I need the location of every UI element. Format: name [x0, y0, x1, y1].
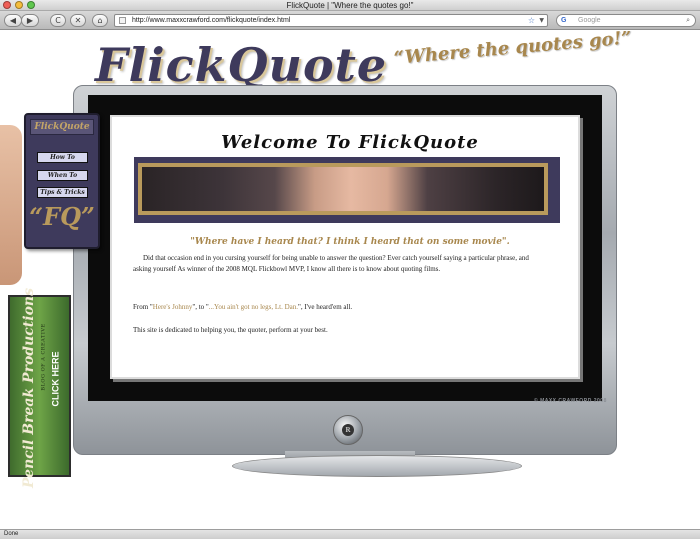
intro-paragraph-text: Did that occasion end in you cursing you…: [133, 254, 529, 273]
nav-item-when-to[interactable]: When To: [37, 170, 88, 181]
search-bar[interactable]: G Google ⌕: [556, 14, 696, 27]
home-button[interactable]: ⌂: [92, 14, 108, 27]
search-icon[interactable]: ⌕: [686, 15, 690, 26]
examples-paragraph: From "Here's Johnny", to "...You ain't g…: [133, 302, 533, 313]
examples-suffix: ", I've heard'em all.: [297, 303, 353, 311]
reload-button[interactable]: C: [50, 14, 66, 27]
featured-quote: "Where have I heard that? I think I hear…: [190, 237, 510, 247]
tv-power-logo-icon: R: [342, 424, 354, 436]
quote-link-lt-dan[interactable]: ...You ain't got no legs, Lt. Dan.: [209, 303, 298, 311]
promo-subtitle: BLOG OF A CREATIVE: [40, 323, 47, 391]
phone-nav-title[interactable]: FlickQuote: [30, 119, 94, 135]
tv-power-button: R: [333, 415, 363, 445]
site-tagline: “Where the quotes go!”: [393, 31, 633, 69]
promo-cta[interactable]: CLICK HERE: [51, 351, 62, 406]
promo-banner[interactable]: Pencil Break Productions BLOG OF A CREAT…: [8, 288, 71, 488]
dedication-paragraph: This site is dedicated to helping you, t…: [133, 326, 328, 334]
hand-image: [0, 125, 22, 285]
status-bar: Done: [0, 529, 700, 539]
page-title: Welcome To FlickQuote: [221, 132, 479, 153]
bookmark-star-icon[interactable]: ☆: [528, 15, 535, 26]
page-favicon-icon: [119, 17, 126, 24]
history-dropdown-icon[interactable]: ▼: [539, 15, 544, 26]
search-input[interactable]: Google: [578, 15, 601, 26]
address-bar-url[interactable]: http://www.maxxcrawford.com/flickquote/i…: [132, 15, 290, 26]
banner-frame: [138, 163, 548, 215]
nav-item-how-to[interactable]: How To: [37, 152, 88, 163]
fq-badge: “FQ”: [29, 202, 95, 231]
status-text: Done: [4, 531, 19, 537]
address-bar[interactable]: http://www.maxxcrawford.com/flickquote/i…: [114, 14, 548, 27]
examples-mid: ", to ": [192, 303, 209, 311]
phone-nav: FlickQuote How To When To Tips & Tricks …: [24, 113, 100, 249]
tv-base: [232, 455, 522, 477]
search-engine-icon[interactable]: G: [561, 16, 566, 26]
promo-brand: Pencil Break Productions: [21, 288, 37, 488]
examples-prefix: From ": [133, 303, 153, 311]
forward-button[interactable]: ▶: [21, 14, 39, 27]
banner-image: [142, 167, 544, 211]
browser-toolbar: ◀ ▶ C ✕ ⌂ http://www.maxxcrawford.com/fl…: [0, 11, 700, 30]
back-button[interactable]: ◀: [4, 14, 22, 27]
tv-credit: © MAXX CRAWFORD 2008: [534, 398, 607, 404]
page-viewport: FlickQuote “Where the quotes go!” © MAXX…: [0, 31, 700, 529]
stop-button[interactable]: ✕: [70, 14, 86, 27]
nav-item-tips-tricks[interactable]: Tips & Tricks: [37, 187, 88, 198]
intro-paragraph: Did that occasion end in you cursing you…: [133, 253, 533, 275]
window-title: FlickQuote | "Where the quotes go!": [286, 1, 414, 10]
window-titlebar: FlickQuote | "Where the quotes go!": [0, 0, 700, 11]
quote-link-heres-johnny[interactable]: Here's Johnny: [153, 303, 193, 311]
